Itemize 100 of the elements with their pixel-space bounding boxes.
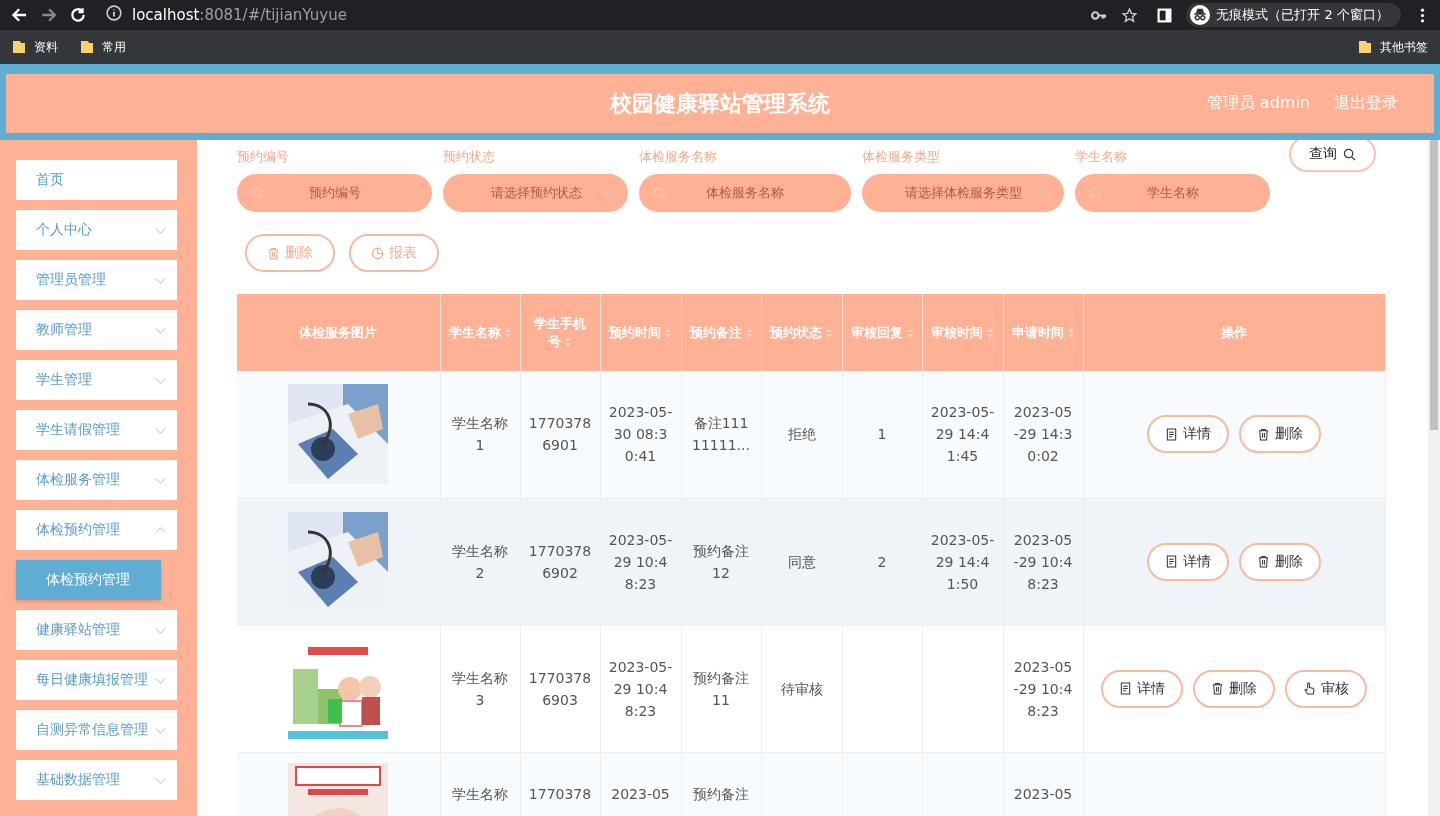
side-panel-icon[interactable]: [1157, 7, 1173, 23]
column-header[interactable]: 学生手机号: [520, 294, 600, 371]
column-header[interactable]: 审核回复: [842, 294, 922, 371]
trash-icon: [1211, 682, 1224, 695]
reload-icon[interactable]: [70, 7, 86, 23]
detail-button[interactable]: 详情: [1147, 415, 1229, 454]
table-cell: 2023-05-29 10:48:23: [608, 531, 673, 592]
sidebar-item[interactable]: 每日健康填报管理: [16, 660, 177, 700]
column-header[interactable]: 申请时间: [1003, 294, 1083, 371]
document-icon: [1119, 682, 1132, 695]
sidebar-item[interactable]: 管理员管理: [16, 260, 177, 300]
detail-button[interactable]: 详情: [1101, 669, 1183, 708]
delete-button[interactable]: 删除: [1239, 415, 1321, 454]
sidebar-item[interactable]: 学生请假管理: [16, 410, 177, 450]
search-icon: [1343, 147, 1356, 161]
menu-label: 管理员管理: [36, 271, 106, 289]
menu-label: 体检服务管理: [36, 471, 120, 489]
menu-label: 健康驿站管理: [36, 621, 120, 639]
sidebar-item[interactable]: 体检预约管理: [16, 510, 177, 550]
scrollbar[interactable]: [1428, 140, 1440, 816]
document-icon: [1165, 427, 1178, 441]
table-cell: 2023-05: [611, 785, 670, 802]
sidebar-item[interactable]: 基础数据管理: [16, 760, 177, 800]
trash-icon: [1257, 555, 1270, 568]
sort-icon[interactable]: [564, 336, 572, 348]
menu-label: 自测异常信息管理: [36, 721, 148, 739]
delete-button[interactable]: 删除: [1239, 542, 1321, 581]
menu-label: 首页: [36, 171, 64, 189]
table-cell: 备注11111111...: [692, 415, 750, 454]
folder-icon: [80, 40, 94, 54]
user-label: 管理员 admin: [1206, 93, 1310, 114]
review-button[interactable]: 审核: [1285, 669, 1367, 708]
field-label: 体检服务名称: [639, 148, 718, 166]
column-header: 操作: [1083, 294, 1385, 371]
column-header[interactable]: 预约备注: [681, 294, 761, 371]
search-icon: [251, 186, 264, 200]
incognito-icon: [1190, 5, 1211, 25]
column-header[interactable]: 审核时间: [922, 294, 1003, 371]
column-header: 体检服务图片: [237, 294, 440, 371]
input-field[interactable]: 学生名称: [1075, 174, 1270, 212]
table-cell: 2: [877, 553, 887, 570]
bookmark[interactable]: 其他书签: [1358, 38, 1428, 56]
sidebar-item[interactable]: 首页: [16, 160, 177, 200]
logout-link[interactable]: 退出登录: [1334, 93, 1398, 114]
submenu-item[interactable]: 体检预约管理: [16, 560, 161, 600]
bookmark[interactable]: 常用: [80, 38, 126, 56]
bookmark[interactable]: 资料: [12, 38, 58, 56]
search-icon: [1089, 186, 1102, 200]
table-cell: 预约备注12: [693, 542, 749, 581]
table-cell: 17703786902: [528, 542, 592, 581]
column-header[interactable]: 学生名称: [440, 294, 520, 371]
table-cell: 学生名称3: [452, 669, 508, 708]
select-field[interactable]: 请选择预约状态: [443, 174, 628, 212]
sort-icon[interactable]: [744, 327, 753, 339]
menu-label: 个人中心: [36, 221, 92, 239]
menu-label: 教师管理: [36, 321, 92, 339]
delete-button[interactable]: 删除: [1193, 669, 1275, 708]
table-cell: 2023-05-29 14:30:02: [1013, 404, 1073, 465]
field-label: 预约状态: [443, 148, 496, 166]
search-icon: [653, 186, 666, 200]
info-icon: [106, 5, 122, 21]
table-cell: 2023-05-29 10:48:23: [1013, 658, 1073, 719]
report-button[interactable]: 报表: [349, 234, 439, 272]
pie-chart-icon: [371, 246, 384, 260]
input-field[interactable]: 体检服务名称: [639, 174, 851, 212]
table-cell: 学生名称1: [452, 415, 508, 454]
sort-icon[interactable]: [1066, 327, 1075, 339]
sort-icon[interactable]: [664, 327, 672, 339]
sort-icon[interactable]: [905, 327, 914, 339]
table-cell: 2023-05: [1013, 785, 1073, 802]
sidebar-item[interactable]: 体检服务管理: [16, 460, 177, 500]
sort-icon[interactable]: [825, 327, 833, 339]
table-cell: 预约备注: [693, 785, 749, 802]
field-label: 学生名称: [1075, 148, 1128, 166]
incognito-indicator[interactable]: 无痕模式（已打开 2 个窗口）: [1186, 3, 1401, 27]
column-header[interactable]: 预约状态: [761, 294, 842, 371]
back-icon[interactable]: [10, 7, 26, 23]
detail-button[interactable]: 详情: [1147, 542, 1229, 581]
table-cell: 待审核: [780, 680, 823, 697]
table-cell: 学生名称2: [452, 542, 508, 581]
sidebar-item[interactable]: 学生管理: [16, 360, 177, 400]
table-cell: 1: [877, 426, 887, 443]
sidebar-item[interactable]: 教师管理: [16, 310, 177, 350]
sidebar-item[interactable]: 个人中心: [16, 210, 177, 250]
table-cell: 2023-05-29 10:48:23: [608, 658, 673, 719]
column-header[interactable]: 预约时间: [600, 294, 681, 371]
query-button[interactable]: 查询: [1289, 140, 1376, 172]
select-field[interactable]: 请选择体检服务类型: [862, 174, 1064, 212]
delete-button[interactable]: 删除: [245, 234, 335, 272]
field-label: 体检服务类型: [862, 148, 941, 166]
sidebar-item[interactable]: 健康驿站管理: [16, 610, 177, 650]
forward-icon[interactable]: [40, 7, 56, 23]
bookmark-star-icon[interactable]: [1122, 7, 1138, 23]
sidebar-item[interactable]: 自测异常信息管理: [16, 710, 177, 750]
input-field[interactable]: 预约编号: [237, 174, 432, 212]
sort-icon[interactable]: [986, 327, 994, 339]
hand-icon: [1303, 682, 1316, 695]
sort-icon[interactable]: [503, 327, 512, 339]
menu-label: 每日健康填报管理: [36, 671, 148, 689]
table-cell: 1770378: [528, 785, 592, 802]
